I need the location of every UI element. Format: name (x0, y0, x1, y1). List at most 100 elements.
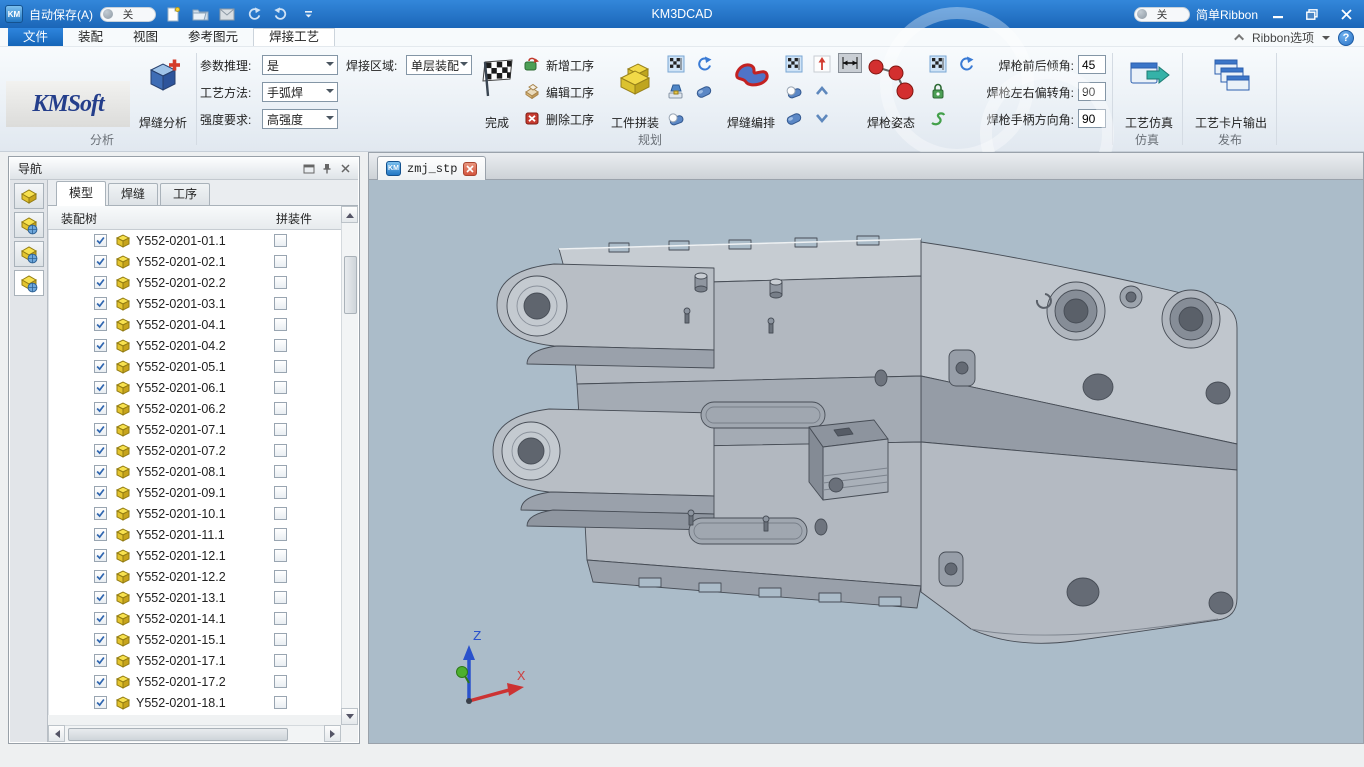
visibility-checkbox[interactable] (94, 654, 107, 667)
pinzhuang-checkbox[interactable] (274, 633, 287, 646)
tree-row[interactable]: Y552-0201-04.1 (49, 314, 341, 335)
visibility-checkbox[interactable] (94, 255, 107, 268)
qat-more-icon[interactable] (298, 5, 318, 23)
tree-row[interactable]: Y552-0201-06.1 (49, 377, 341, 398)
pinzhuang-checkbox[interactable] (274, 486, 287, 499)
pinzhuang-checkbox[interactable] (274, 255, 287, 268)
weld-navigator-button[interactable] (14, 212, 44, 238)
pin-icon[interactable] (320, 163, 334, 175)
tree-row[interactable]: Y552-0201-11.1 (49, 524, 341, 545)
undo-small-icon[interactable] (956, 54, 976, 74)
pinzhuang-checkbox[interactable] (274, 528, 287, 541)
pinzhuang-checkbox[interactable] (274, 381, 287, 394)
torch-pose-button[interactable]: 焊枪姿态 (860, 53, 922, 145)
finish-flag-small-icon[interactable] (666, 54, 686, 74)
tab-view[interactable]: 视图 (118, 28, 173, 46)
chevron-down-icon[interactable] (1322, 36, 1330, 44)
visibility-checkbox[interactable] (94, 402, 107, 415)
close-document-icon[interactable] (463, 162, 477, 176)
visibility-checkbox[interactable] (94, 276, 107, 289)
visibility-checkbox[interactable] (94, 675, 107, 688)
tree-row[interactable]: Y552-0201-09.1 (49, 482, 341, 503)
scroll-down-button[interactable] (341, 708, 358, 725)
scrollbar-thumb[interactable] (68, 728, 288, 741)
tab-operation[interactable]: 工序 (160, 183, 210, 205)
finish-flag-small-icon[interactable] (928, 54, 948, 74)
chevron-down-icon[interactable] (812, 108, 832, 128)
scroll-up-button[interactable] (341, 206, 358, 223)
help-icon[interactable]: ? (1338, 30, 1354, 46)
add-operation-button[interactable]: 新增工序 (524, 54, 594, 76)
delete-operation-button[interactable]: 删除工序 (524, 108, 594, 130)
pinzhuang-checkbox[interactable] (274, 465, 287, 478)
restore-button[interactable] (1298, 4, 1326, 24)
tree-row[interactable]: Y552-0201-07.1 (49, 419, 341, 440)
tab-reference[interactable]: 参考图元 (173, 28, 253, 46)
app-icon[interactable]: KM (5, 5, 23, 23)
spring-icon[interactable] (928, 108, 948, 128)
red-arrow-up-icon[interactable] (812, 54, 832, 74)
pinzhuang-checkbox[interactable] (274, 402, 287, 415)
tab-file[interactable]: 文件 (8, 28, 63, 46)
ribbon-options-label[interactable]: Ribbon选项 (1252, 29, 1314, 46)
minimize-button[interactable] (1264, 4, 1292, 24)
capsule-icon[interactable] (784, 108, 804, 128)
visibility-checkbox[interactable] (94, 381, 107, 394)
tree-row[interactable]: Y552-0201-12.2 (49, 566, 341, 587)
pinzhuang-checkbox[interactable] (274, 297, 287, 310)
pinzhuang-checkbox[interactable] (274, 549, 287, 562)
visibility-checkbox[interactable] (94, 444, 107, 457)
measure-icon[interactable] (838, 53, 862, 73)
close-panel-icon[interactable] (338, 163, 352, 175)
pinzhuang-checkbox[interactable] (274, 570, 287, 583)
assembly-navigator-button[interactable] (14, 183, 44, 209)
tab-weld[interactable]: 焊缝 (108, 183, 158, 205)
visibility-checkbox[interactable] (94, 423, 107, 436)
visibility-checkbox[interactable] (94, 297, 107, 310)
visibility-checkbox[interactable] (94, 633, 107, 646)
visibility-checkbox[interactable] (94, 612, 107, 625)
tree-row[interactable]: Y552-0201-02.1 (49, 251, 341, 272)
tree-row[interactable]: Y552-0201-15.1 (49, 629, 341, 650)
simple-ribbon-toggle[interactable]: 关 (1134, 7, 1190, 22)
redo-icon[interactable] (271, 5, 291, 23)
visibility-checkbox[interactable] (94, 465, 107, 478)
capsule-icon[interactable] (694, 81, 714, 101)
visibility-checkbox[interactable] (94, 360, 107, 373)
visibility-checkbox[interactable] (94, 528, 107, 541)
tree-row[interactable]: Y552-0201-17.2 (49, 671, 341, 692)
pinzhuang-checkbox[interactable] (274, 423, 287, 436)
pinzhuang-checkbox[interactable] (274, 276, 287, 289)
visibility-checkbox[interactable] (94, 549, 107, 562)
place-part-icon[interactable] (666, 81, 686, 101)
tree-row[interactable]: Y552-0201-03.1 (49, 293, 341, 314)
tree-row[interactable]: Y552-0201-14.1 (49, 608, 341, 629)
pinzhuang-checkbox[interactable] (274, 612, 287, 625)
tree-row[interactable]: Y552-0201-17.1 (49, 650, 341, 671)
scroll-right-button[interactable] (324, 725, 341, 742)
open-folder-icon[interactable] (190, 5, 210, 23)
capsule-outline-icon[interactable] (666, 108, 686, 128)
tree-row[interactable]: Y552-0201-01.1 (49, 230, 341, 251)
pinzhuang-checkbox[interactable] (274, 591, 287, 604)
document-tab[interactable]: KM zmj_stp (377, 156, 486, 180)
model-navigator-button[interactable] (14, 270, 44, 296)
new-file-icon[interactable] (163, 5, 183, 23)
tree-row[interactable]: Y552-0201-08.1 (49, 461, 341, 482)
capsule-outline-icon[interactable] (784, 81, 804, 101)
param-inference-combo[interactable]: 是 (262, 55, 338, 75)
vertical-scrollbar[interactable] (341, 206, 358, 725)
torch-yaw-input[interactable] (1078, 82, 1106, 101)
strength-req-combo[interactable]: 高强度 (262, 109, 338, 129)
tab-welding-process[interactable]: 焊接工艺 (253, 28, 335, 46)
scrollbar-thumb[interactable] (344, 256, 357, 314)
pinzhuang-checkbox[interactable] (274, 318, 287, 331)
chevron-up-icon[interactable] (812, 81, 832, 101)
visibility-checkbox[interactable] (94, 318, 107, 331)
visibility-checkbox[interactable] (94, 591, 107, 604)
tree-row[interactable]: Y552-0201-05.1 (49, 356, 341, 377)
tree-row[interactable]: Y552-0201-10.1 (49, 503, 341, 524)
pinzhuang-checkbox[interactable] (274, 444, 287, 457)
finish-button[interactable]: 完成 (474, 53, 520, 145)
close-button[interactable] (1332, 4, 1360, 24)
